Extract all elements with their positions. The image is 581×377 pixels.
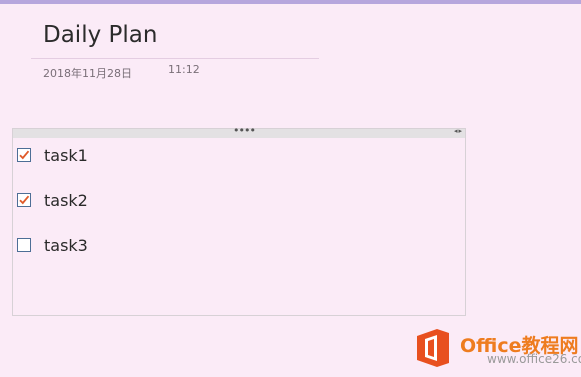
checkmark-icon <box>19 150 30 160</box>
watermark-url: www.office26.com <box>487 352 581 366</box>
page-date: 2018年11月28日 <box>43 67 132 80</box>
page-time: 11:12 <box>168 63 200 76</box>
top-accent-bar <box>0 0 581 4</box>
todo-item[interactable]: task1 <box>17 145 88 165</box>
todo-label[interactable]: task3 <box>44 236 88 255</box>
resize-arrows-icon[interactable]: ◂▸ <box>454 127 463 135</box>
todo-checkbox-checked[interactable] <box>17 193 31 207</box>
drag-dots-icon[interactable]: •••• <box>233 124 256 137</box>
page-title[interactable]: Daily Plan <box>43 22 157 48</box>
note-outline-container[interactable]: •••• ◂▸ task1 task2 task3 <box>12 124 466 316</box>
todo-label[interactable]: task2 <box>44 191 88 210</box>
title-divider <box>31 58 319 59</box>
checkmark-icon <box>19 195 30 205</box>
outline-move-handle[interactable]: •••• ◂▸ <box>13 124 465 138</box>
office-logo-icon <box>415 328 451 368</box>
todo-checkbox-unchecked[interactable] <box>17 238 31 252</box>
todo-label[interactable]: task1 <box>44 146 88 165</box>
todo-item[interactable]: task2 <box>17 190 88 210</box>
todo-item[interactable]: task3 <box>17 235 88 255</box>
site-watermark: Office教程网 www.office26.com <box>415 328 581 370</box>
todo-checkbox-checked[interactable] <box>17 148 31 162</box>
